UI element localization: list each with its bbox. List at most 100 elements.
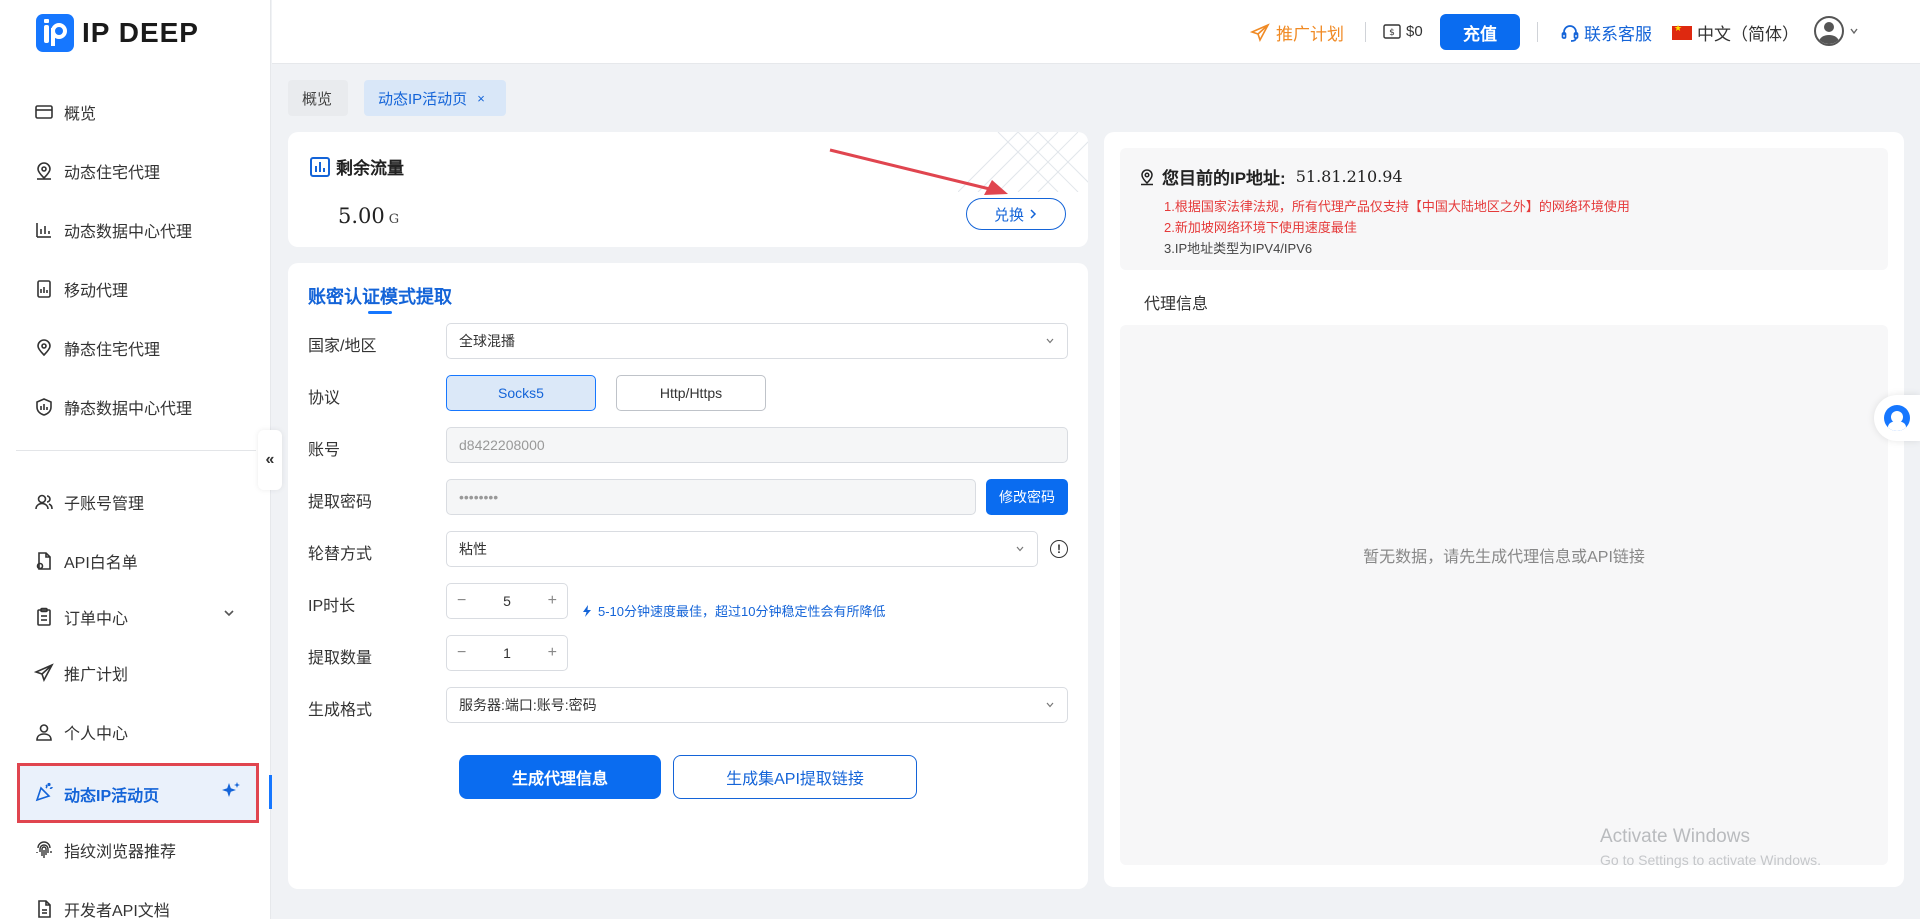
language-label: 中文（简体） (1697, 25, 1799, 44)
quantity-value: 1 (503, 645, 511, 661)
duration-tip: 5-10分钟速度最佳，超过10分钟稳定性会有所降低 (580, 601, 885, 620)
users-icon (34, 492, 54, 512)
change-password-button[interactable]: 修改密码 (986, 479, 1068, 515)
protocol-http-option[interactable]: Http/Https (616, 375, 766, 411)
tab-label: 概览 (302, 90, 333, 108)
country-label: 国家/地区 (308, 338, 377, 355)
sidebar-item-developer-api-docs[interactable]: 开发者API文档 (34, 891, 170, 919)
sidebar-item-static-residential[interactable]: 静态住宅代理 (34, 330, 160, 366)
send-icon (34, 663, 54, 683)
account-value: d8422208000 (459, 437, 545, 453)
location-icon (1141, 168, 1153, 185)
party-icon (35, 782, 53, 802)
sidebar-item-label: 动态数据中心代理 (64, 224, 193, 241)
ip-note: 1.根据国家法律法规，所有代理产品仅支持【中国大陆地区之外】的网络环境使用 (1164, 199, 1630, 214)
lightning-icon (583, 604, 591, 617)
empty-state-text: 暂无数据，请先生成代理信息或API链接 (1363, 549, 1645, 566)
sidebar-item-static-datacenter[interactable]: 静态数据中心代理 (34, 389, 192, 425)
sidebar-item-label: 开发者API文档 (64, 903, 170, 919)
brand-name: IP DEEP (82, 17, 199, 48)
chevron-down-icon (1016, 546, 1024, 552)
account-label: 账号 (308, 442, 341, 459)
sidebar-item-label: 子账号管理 (64, 496, 145, 513)
location-icon (34, 161, 54, 181)
sidebar-item-label: 动态IP活动页 (64, 788, 160, 805)
datacenter-icon (34, 220, 54, 240)
recharge-button[interactable]: 充值 (1440, 14, 1520, 50)
headset-icon (1561, 24, 1579, 42)
language-selector[interactable]: 中文（简体） (1672, 20, 1799, 45)
floating-support-button[interactable] (1874, 395, 1920, 441)
sidebar-item-sub-accounts[interactable]: 子账号管理 (34, 484, 144, 520)
decrement-button[interactable]: − (457, 644, 466, 662)
increment-button[interactable]: + (548, 592, 557, 610)
flow-unit: G (388, 212, 400, 227)
flow-amount: 5.00 (338, 204, 385, 228)
password-value: •••••••• (459, 489, 499, 505)
sidebar-item-label: 订单中心 (64, 611, 129, 628)
tab-dynamic-ip-activity[interactable]: 动态IP活动页 × (364, 80, 506, 116)
user-menu[interactable] (1814, 16, 1859, 46)
tab-close-icon[interactable]: × (477, 91, 485, 106)
flow-value: 5.00 G (338, 204, 399, 228)
sidebar-item-dynamic-ip-activity[interactable]: 动态IP活动页 (17, 763, 259, 823)
info-icon[interactable]: ! (1050, 540, 1068, 558)
ip-note: 3.IP地址类型为IPV4/IPV6 (1164, 241, 1313, 256)
sidebar-item-dynamic-datacenter[interactable]: 动态数据中心代理 (34, 212, 192, 248)
contact-support-link[interactable]: 联系客服 (1560, 20, 1652, 45)
quantity-label: 提取数量 (308, 650, 373, 667)
quantity-stepper[interactable]: − 1 + (446, 635, 568, 671)
tab-overview[interactable]: 概览 (288, 80, 348, 116)
exchange-button[interactable]: 兑换 (966, 198, 1066, 230)
ip-notice-box: 您目前的IP地址: 51.81.210.94 1.根据国家法律法规，所有代理产品… (1120, 148, 1888, 270)
sidebar-item-profile[interactable]: 个人中心 (34, 714, 128, 750)
rotation-value: 粘性 (459, 541, 487, 557)
password-field: •••••••• (446, 479, 976, 515)
sidebar-divider (16, 450, 256, 451)
title-underline (368, 311, 392, 314)
shield-icon (34, 397, 54, 417)
sidebar-item-overview[interactable]: 概览 (34, 94, 96, 130)
windows-watermark-title: Activate Windows (1600, 826, 1750, 847)
sidebar-item-label: 移动代理 (64, 283, 129, 300)
sidebar-item-orders[interactable]: 订单中心 (34, 599, 128, 635)
sidebar-item-label: 静态住宅代理 (64, 342, 161, 359)
sidebar-item-api-whitelist[interactable]: API白名单 (34, 543, 138, 579)
logo-icon (36, 14, 74, 52)
protocol-label: 协议 (308, 390, 341, 407)
decrement-button[interactable]: − (457, 592, 466, 610)
protocol-socks5-option[interactable]: Socks5 (446, 375, 596, 411)
sidebar-item-dynamic-residential[interactable]: 动态住宅代理 (34, 153, 160, 189)
sidebar-collapse-button[interactable]: « (258, 430, 282, 490)
chevron-down-icon[interactable] (222, 606, 236, 620)
clipboard-icon (34, 607, 54, 627)
chevron-down-icon (1850, 28, 1858, 35)
sidebar-item-mobile[interactable]: 移动代理 (34, 271, 128, 307)
user-icon (34, 722, 54, 742)
rotation-select[interactable]: 粘性 (446, 531, 1038, 567)
send-icon (1250, 22, 1270, 42)
ip-address: 51.81.210.94 (1295, 167, 1403, 186)
form-title: 账密认证模式提取 (308, 287, 452, 307)
duration-label: IP时长 (308, 598, 356, 615)
document-icon (34, 551, 54, 571)
generate-proxy-button[interactable]: 生成代理信息 (459, 755, 661, 799)
rotation-label: 轮替方式 (308, 546, 373, 563)
ip-title-label: 您目前的IP地址: (1162, 169, 1286, 188)
account-field: d8422208000 (446, 427, 1068, 463)
duration-stepper[interactable]: − 5 + (446, 583, 568, 619)
duration-tip-text: 5-10分钟速度最佳，超过10分钟稳定性会有所降低 (598, 604, 886, 619)
increment-button[interactable]: + (548, 644, 557, 662)
header-promotion-link[interactable]: 推广计划 (1250, 20, 1344, 45)
sidebar-item-label: 指纹浏览器推荐 (64, 844, 177, 861)
sidebar-item-label: 动态住宅代理 (64, 165, 161, 182)
generate-api-link-button[interactable]: 生成集API提取链接 (673, 755, 917, 799)
country-select[interactable]: 全球混播 (446, 323, 1068, 359)
flow-title: 剩余流量 (310, 154, 404, 179)
mobile-icon (34, 279, 54, 299)
brand-logo[interactable]: IP DEEP (36, 14, 199, 52)
sidebar-item-promotion[interactable]: 推广计划 (34, 655, 128, 691)
china-flag-icon (1672, 23, 1692, 40)
sidebar-item-fingerprint-browser[interactable]: 指纹浏览器推荐 (34, 832, 176, 868)
format-select[interactable]: 服务器:端口:账号:密码 (446, 687, 1068, 723)
